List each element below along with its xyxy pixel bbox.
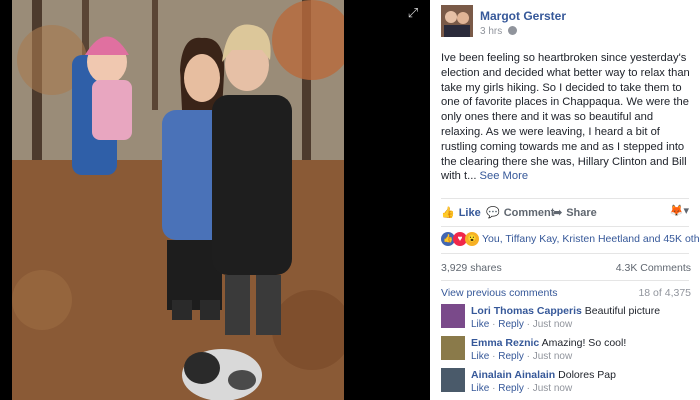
author-avatar[interactable]: [441, 5, 473, 37]
comments-page-count: 18 of 4,375: [638, 287, 691, 299]
like-label: Like: [458, 207, 481, 219]
commenter-name[interactable]: Ainalain Ainalain: [471, 369, 555, 381]
post-text: Ive been feeling so heartbroken since ye…: [441, 51, 693, 184]
comment-reply-link[interactable]: Reply: [498, 319, 524, 330]
comment-item: Emma Reznic Amazing! So cool! Like · Rep…: [441, 336, 691, 364]
previous-comments-row: View previous comments 18 of 4,375: [441, 287, 691, 301]
divider: [441, 280, 689, 281]
share-icon: ➦: [553, 207, 563, 219]
comment-time[interactable]: Just now: [533, 351, 572, 362]
shares-count[interactable]: 3,929 shares: [441, 262, 502, 274]
comment-button[interactable]: 💬 Comment: [486, 206, 554, 219]
expand-icon[interactable]: ⤢: [405, 5, 421, 21]
wow-reaction-icon[interactable]: 😮: [465, 232, 479, 246]
post-time[interactable]: 3 hrs: [480, 26, 502, 37]
comment-meta: Like · Reply · Just now: [471, 351, 573, 362]
profile-thumb-icon: 🦊: [669, 205, 684, 217]
comment-meta: Like · Reply · Just now: [471, 319, 573, 330]
comment-label: Comment: [503, 207, 555, 219]
reactions-text[interactable]: You, Tiffany Kay, Kristen Heetland and 4…: [482, 233, 700, 245]
comment-icon: 💬: [486, 207, 500, 219]
stats-row: 3,929 shares 4.3K Comments: [441, 262, 691, 276]
commenter-name[interactable]: Emma Reznic: [471, 337, 539, 349]
commenter-avatar[interactable]: [441, 368, 465, 392]
divider: [441, 253, 689, 254]
divider: [441, 226, 689, 227]
post-panel: Margot Gerster 3 hrs Ive been feeling so…: [430, 0, 700, 400]
author-name[interactable]: Margot Gerster: [480, 9, 566, 23]
share-label: Share: [566, 207, 597, 219]
view-previous-comments-link[interactable]: View previous comments: [441, 287, 558, 299]
commenter-avatar[interactable]: [441, 304, 465, 328]
like-button[interactable]: 👍 Like: [441, 206, 481, 219]
comment-body: Emma Reznic Amazing! So cool!: [471, 336, 691, 350]
post-photo[interactable]: [12, 0, 344, 400]
share-button[interactable]: ➦ Share: [553, 206, 597, 219]
comment-meta: Like · Reply · Just now: [471, 383, 573, 394]
comment-body: Lori Thomas Capperis Beautiful picture: [471, 304, 691, 318]
divider: [441, 198, 689, 199]
comment-text: Amazing! So cool!: [541, 337, 627, 349]
comment-text: Beautiful picture: [584, 305, 661, 317]
comment-reply-link[interactable]: Reply: [498, 351, 524, 362]
commenter-avatar[interactable]: [441, 336, 465, 360]
globe-icon: [508, 26, 518, 35]
chevron-down-icon: ▾: [683, 205, 689, 217]
post-meta: 3 hrs: [480, 26, 518, 37]
photo-viewer: ⤢: [0, 0, 430, 400]
reactions-summary: 👍 ♥ 😮 You, Tiffany Kay, Kristen Heetland…: [441, 232, 700, 248]
photo-illustration: [12, 0, 344, 400]
comment-time[interactable]: Just now: [533, 383, 572, 394]
comment-body: Ainalain Ainalain Dolores Pap: [471, 368, 691, 382]
post-body: Ive been feeling so heartbroken since ye…: [441, 52, 690, 183]
thumbs-up-icon: 👍: [441, 207, 455, 219]
comment-like-link[interactable]: Like: [471, 351, 489, 362]
post-header: Margot Gerster 3 hrs: [441, 5, 691, 41]
action-bar: 👍 Like 💬 Comment ➦ Share 🦊▾: [441, 203, 689, 223]
comment-like-link[interactable]: Like: [471, 383, 489, 394]
comment-reply-link[interactable]: Reply: [498, 383, 524, 394]
comment-item: Ainalain Ainalain Dolores Pap Like · Rep…: [441, 368, 691, 396]
see-more-link[interactable]: See More: [480, 170, 529, 182]
comment-like-link[interactable]: Like: [471, 319, 489, 330]
comment-time[interactable]: Just now: [533, 319, 572, 330]
comments-count[interactable]: 4.3K Comments: [616, 262, 691, 274]
comment-text: Dolores Pap: [558, 369, 616, 381]
comment-item: Lori Thomas Capperis Beautiful picture L…: [441, 304, 691, 332]
reaction-selector[interactable]: 🦊▾: [670, 204, 689, 217]
commenter-name[interactable]: Lori Thomas Capperis: [471, 305, 582, 317]
